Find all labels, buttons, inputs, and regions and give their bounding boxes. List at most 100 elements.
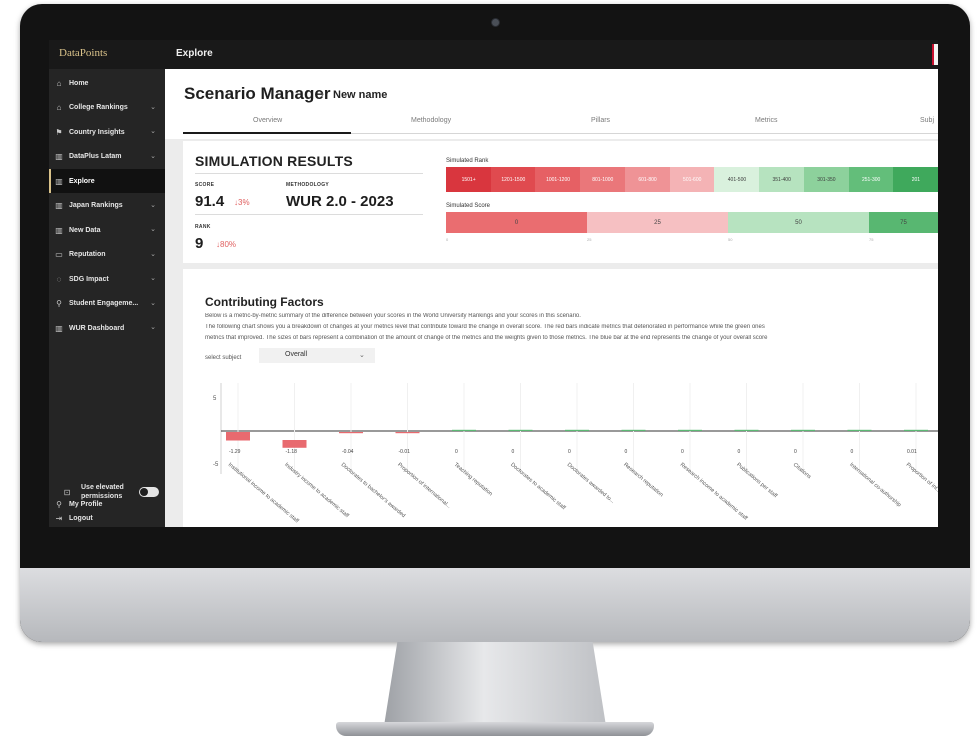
sidebar-item-new-data[interactable]: ▥ New Data ⌄ bbox=[49, 218, 165, 242]
chevron-down-icon[interactable]: ⌄ bbox=[150, 274, 156, 282]
factor-bar bbox=[226, 432, 250, 441]
sidebar-item-dataplus-latam[interactable]: ▥ DataPlus Latam ⌄ bbox=[49, 145, 165, 169]
rank-band: 351-400 bbox=[759, 167, 805, 192]
camera-dot bbox=[491, 18, 500, 27]
sidebar-item-label: Reputation bbox=[69, 251, 106, 258]
x-category-label: Publications per staff bbox=[735, 462, 778, 500]
subject-select[interactable]: Overall bbox=[259, 348, 375, 363]
chevron-down-icon[interactable]: ⌄ bbox=[150, 152, 156, 160]
chevron-down-icon[interactable]: ⌄ bbox=[150, 225, 156, 233]
rank-label: RANK bbox=[195, 224, 211, 230]
y-tick-label: 5 bbox=[213, 396, 217, 402]
message-icon: ▭ bbox=[55, 250, 63, 259]
y-tick-label: -5 bbox=[213, 462, 219, 468]
simulation-results-card: SIMULATION RESULTS SCORE 91.4 ↓3% METHOD… bbox=[183, 141, 938, 263]
factor-bar bbox=[339, 432, 363, 434]
x-category-label: Doctorates to bachelor's awarded bbox=[340, 462, 406, 519]
bar-value-label: 0 bbox=[512, 449, 515, 455]
breadcrumb-separator: › bbox=[320, 87, 324, 101]
factor-bar bbox=[565, 429, 589, 431]
sidebar-item-wur-dashboard[interactable]: ▥ WUR Dashboard ⌄ bbox=[49, 316, 165, 340]
rank-band: 201 bbox=[893, 167, 938, 192]
chevron-down-icon[interactable]: ⌄ bbox=[150, 201, 156, 209]
chevron-down-icon[interactable]: ⌄ bbox=[150, 103, 156, 111]
factor-bar bbox=[791, 429, 815, 431]
sidebar-item-label: Logout bbox=[69, 514, 93, 522]
tab-methodology[interactable]: Methodology bbox=[411, 117, 451, 124]
simulated-rank-label: Simulated Rank bbox=[446, 158, 489, 164]
rank-band: 301-350 bbox=[803, 167, 850, 192]
sidebar-item-label: Country Insights bbox=[69, 128, 125, 136]
score-tick-label: 25 bbox=[587, 237, 592, 242]
sidebar-item-student-engageme[interactable]: ⚲ Student Engageme... ⌄ bbox=[49, 292, 165, 316]
factor-bar bbox=[847, 429, 872, 431]
rank-band: 1001-1200 bbox=[535, 167, 581, 192]
rank-band: 501-600 bbox=[669, 167, 715, 192]
simulated-score-label: Simulated Score bbox=[446, 203, 491, 209]
tab-metrics[interactable]: Metrics bbox=[755, 117, 778, 124]
monitor-stand bbox=[384, 642, 606, 726]
rank-band: 801-1000 bbox=[580, 167, 626, 192]
user-menu-button[interactable] bbox=[932, 44, 938, 65]
x-category-label: Proportion of int... bbox=[905, 462, 938, 495]
sdg-icon: ◌ bbox=[56, 274, 62, 284]
x-category-label: Teaching reputation bbox=[453, 462, 494, 497]
factor-bar bbox=[508, 429, 533, 431]
score-value: 91.4 bbox=[195, 193, 225, 210]
tab-subjects[interactable]: Subj bbox=[920, 117, 934, 124]
sidebar-item-label: New Data bbox=[69, 226, 101, 234]
top-bar: DataPoints Explore bbox=[49, 40, 938, 69]
divider bbox=[195, 214, 423, 215]
contributing-factors-chart: 5 -5 -1.29 Institutional income to academic… bbox=[213, 383, 938, 525]
x-category-label: Doctorates to academic staff bbox=[509, 462, 567, 512]
tab-overview[interactable]: Overview bbox=[253, 117, 282, 124]
rank-band: 1201-1500 bbox=[490, 167, 536, 192]
score-label: SCORE bbox=[195, 182, 215, 188]
sidebar-item-japan-rankings[interactable]: ▥ Japan Rankings ⌄ bbox=[49, 194, 165, 218]
x-category-label: Industry income to academic staff bbox=[283, 462, 350, 519]
bar-chart-icon: ▥ bbox=[55, 323, 63, 333]
topbar-title: Explore bbox=[176, 48, 213, 59]
sidebar-item-college-rankings[interactable]: ⌂ College Rankings ⌄ bbox=[49, 96, 165, 120]
bar-value-label: 0 bbox=[851, 449, 854, 455]
sidebar-item-country-insights[interactable]: ⚑ Country Insights ⌄ bbox=[49, 120, 165, 144]
bar-value-label: 0 bbox=[738, 449, 741, 455]
sidebar-item-logout[interactable]: ⇥ Logout bbox=[49, 509, 165, 527]
home-icon: ⌂ bbox=[56, 78, 62, 88]
bar-chart-icon: ▥ bbox=[55, 201, 63, 210]
methodology-value: WUR 2.0 - 2023 bbox=[286, 193, 394, 210]
chevron-down-icon[interactable]: ⌄ bbox=[359, 351, 365, 359]
factor-bar bbox=[904, 429, 928, 431]
factors-description-1: Below is a metric-by-metric summary of t… bbox=[205, 313, 581, 319]
methodology-label: METHODOLOGY bbox=[286, 182, 330, 188]
brand-logo[interactable]: DataPoints bbox=[59, 47, 107, 59]
bar-value-label: 0 bbox=[568, 449, 571, 455]
sidebar-item-label: Student Engageme... bbox=[69, 300, 139, 307]
score-band: 50 bbox=[728, 212, 869, 233]
sidebar-item-sdg-impact[interactable]: ◌ SDG Impact ⌄ bbox=[49, 267, 165, 291]
factor-bar bbox=[734, 429, 759, 431]
x-category-label: International co-authorship bbox=[848, 462, 902, 508]
score-band: 0 bbox=[446, 212, 587, 233]
sidebar-item-reputation[interactable]: ▭ Reputation ⌄ bbox=[49, 243, 165, 267]
sidebar-item-home[interactable]: ⌂ Home bbox=[49, 71, 165, 95]
chevron-down-icon[interactable]: ⌄ bbox=[150, 127, 156, 135]
sidebar-item-label: Japan Rankings bbox=[69, 202, 123, 209]
bar-value-label: -0.04 bbox=[342, 449, 354, 455]
sidebar-item-label: My Profile bbox=[69, 500, 103, 508]
sidebar: ⌂ Home ⌂ College Rankings ⌄ ⚑ Country Insights… bbox=[49, 69, 165, 527]
breadcrumb-current[interactable]: New name bbox=[333, 89, 387, 101]
rank-band: 601-800 bbox=[624, 167, 671, 192]
x-category-label: Research reputation bbox=[622, 462, 664, 498]
chevron-down-icon[interactable]: ⌄ bbox=[150, 323, 156, 331]
chevron-down-icon[interactable]: ⌄ bbox=[150, 250, 156, 258]
score-band: 25 bbox=[587, 212, 728, 233]
rank-band: 401-500 bbox=[714, 167, 760, 192]
chevron-down-icon[interactable]: ⌄ bbox=[150, 299, 156, 307]
tab-pillars[interactable]: Pillars bbox=[591, 117, 610, 124]
sidebar-item-explore[interactable]: ▥ Explore bbox=[49, 169, 165, 193]
x-category-label: Research income to academic staff bbox=[679, 462, 749, 522]
sidebar-item-label: WUR Dashboard bbox=[69, 324, 125, 332]
x-category-label: Proportion of international... bbox=[396, 462, 452, 510]
factor-bar bbox=[282, 440, 307, 448]
